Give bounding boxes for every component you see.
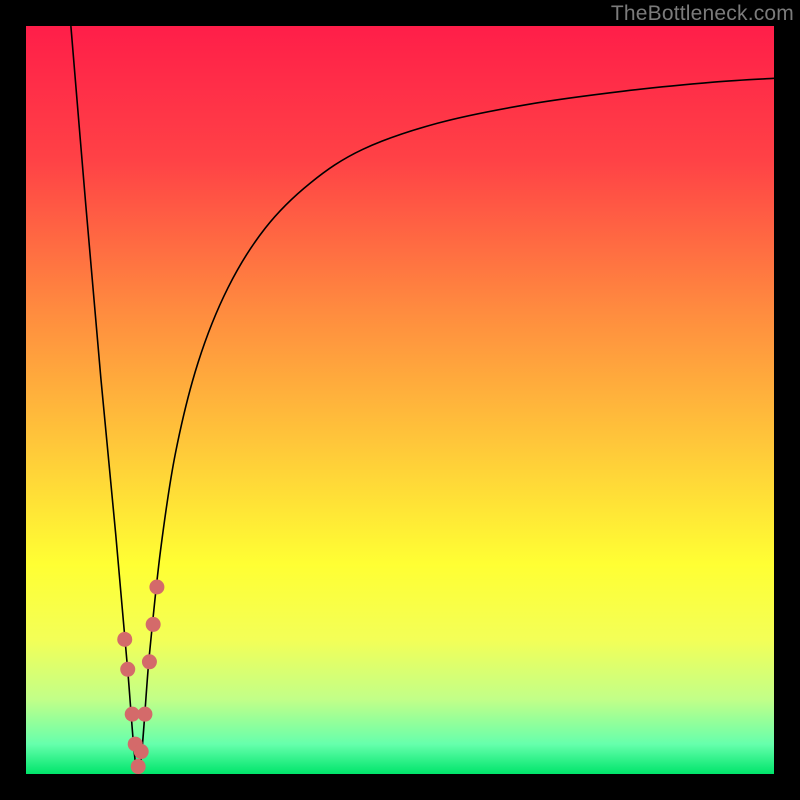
highlight-dot (131, 759, 146, 774)
highlight-dot (134, 744, 149, 759)
gradient-background (26, 26, 774, 774)
highlight-dot (137, 707, 152, 722)
highlight-dot (146, 617, 161, 632)
highlight-dot (142, 654, 157, 669)
attribution-text: TheBottleneck.com (611, 2, 794, 26)
highlight-dot (120, 662, 135, 677)
highlight-dot (149, 580, 164, 595)
chart-frame (26, 26, 774, 774)
highlight-dot (117, 632, 132, 647)
bottleneck-chart (26, 26, 774, 774)
